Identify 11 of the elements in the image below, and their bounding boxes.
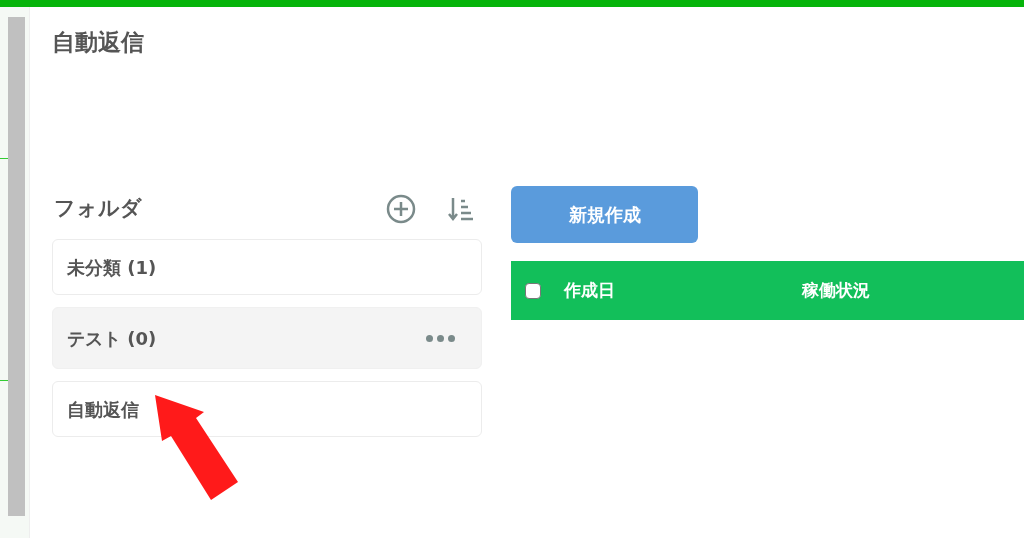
folder-item[interactable]: テスト (0) (52, 307, 482, 369)
more-icon[interactable] (426, 334, 455, 342)
select-all-checkbox[interactable] (525, 282, 541, 299)
page-title: 自動返信 (52, 28, 145, 57)
folder-item[interactable]: 未分類 (1) (52, 239, 482, 295)
column-header: 稼働状況 (802, 278, 870, 302)
column-header: 作成日 (564, 278, 616, 302)
scrollbar[interactable] (8, 17, 25, 516)
folder-heading: フォルダ (54, 195, 142, 223)
folder-item[interactable]: 自動返信 (52, 381, 482, 437)
add-icon[interactable] (386, 194, 416, 224)
